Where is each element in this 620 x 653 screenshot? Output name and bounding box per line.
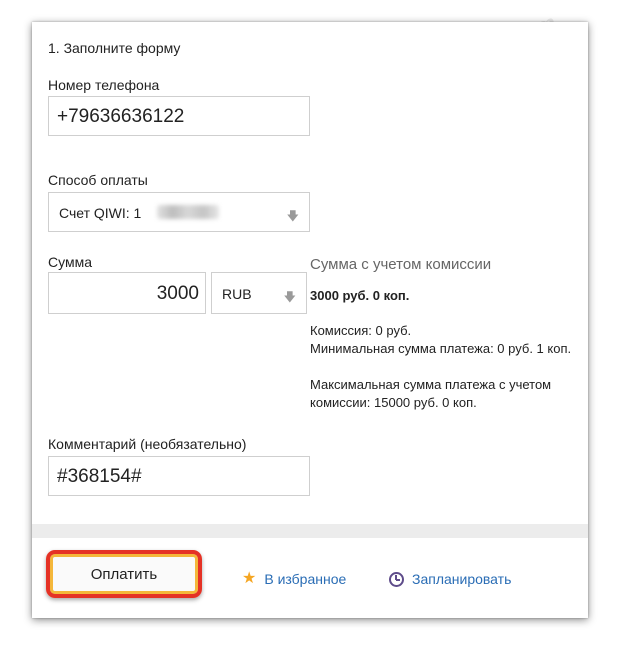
page: Soringpcrepair.com Soringpcrepair.com So…: [0, 0, 620, 653]
amount-value: 3000: [156, 283, 199, 304]
pay-button-label: Оплатить: [90, 565, 158, 583]
arrow-down-icon: 🡇: [286, 209, 299, 223]
phone-value: +79636636122: [57, 106, 185, 127]
blurred-account-number: [157, 205, 219, 219]
commission-summary-total: 3000 руб. 0 коп.: [310, 288, 410, 303]
clock-icon: [389, 571, 404, 587]
divider: [32, 524, 588, 538]
amount-input[interactable]: 3000: [48, 272, 206, 314]
payment-method-label: Способ оплаты: [48, 172, 148, 188]
payment-form-card: 1. Заполните форму Номер телефона +79636…: [32, 22, 588, 618]
comment-label: Комментарий (необязательно): [48, 436, 247, 452]
commission-summary-title: Сумма с учетом комиссии: [310, 256, 492, 273]
commission-value: Комиссия: 0 руб.: [310, 323, 412, 338]
max-amount-info: Максимальная сумма платежа с учетом коми…: [310, 377, 552, 410]
star-icon: ★: [242, 570, 257, 587]
amount-label: Сумма: [48, 254, 92, 270]
favorites-label: В избранное: [264, 571, 347, 587]
phone-label: Номер телефона: [48, 77, 160, 93]
add-to-favorites-link[interactable]: ★ В избранное: [242, 570, 347, 588]
phone-input[interactable]: +79636636122: [48, 96, 310, 136]
schedule-label: Запланировать: [412, 571, 512, 587]
currency-select[interactable]: RUB 🡇: [211, 272, 307, 314]
step-title: 1. Заполните форму: [48, 40, 181, 56]
min-amount-info: Минимальная сумма платежа: 0 руб. 1 коп.: [310, 341, 572, 356]
schedule-link[interactable]: Запланировать: [389, 571, 511, 587]
currency-value: RUB: [222, 286, 252, 302]
comment-input[interactable]: #368154#: [48, 456, 310, 496]
payment-method-select[interactable]: Счет QIWI: 1 🡇: [48, 192, 310, 232]
arrow-down-icon: 🡇: [283, 290, 296, 304]
pay-button[interactable]: Оплатить: [52, 554, 196, 594]
payment-method-value: Счет QIWI: 1: [59, 205, 142, 221]
comment-value: #368154#: [57, 466, 142, 487]
